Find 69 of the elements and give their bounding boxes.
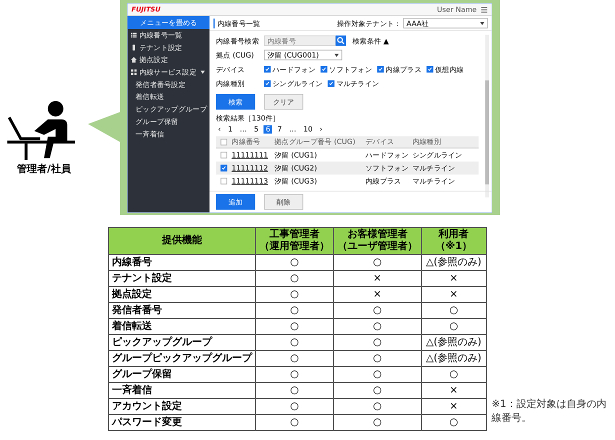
table-cell: ピックアップグループ <box>108 334 256 350</box>
table-cell: ○ <box>256 286 334 302</box>
table-cell: ○ <box>256 398 334 414</box>
column-header: お客様管理者（ユーザ管理者） <box>333 228 422 254</box>
table-cell: ○ <box>256 318 334 334</box>
role-caption: 管理者/社員 <box>17 162 71 176</box>
grid-icon <box>130 69 137 76</box>
table-cell: △(参照のみ) <box>421 254 486 270</box>
footnote: ※1：設定対象は自身の内線番号。 <box>492 398 608 425</box>
table-cell: ○ <box>333 334 422 350</box>
table-cell: ○ <box>421 366 486 382</box>
table-cell: 拠点設定 <box>108 286 256 302</box>
table-cell: 内線番号 <box>108 254 256 270</box>
table-cell: アカウント設定 <box>108 398 256 414</box>
table-cell: × <box>333 286 422 302</box>
table-cell: × <box>421 286 486 302</box>
checkbox[interactable] <box>377 66 384 73</box>
table-cell: ○ <box>333 302 422 318</box>
home-icon <box>130 56 137 63</box>
table-cell: ○ <box>333 366 422 382</box>
search-icon <box>336 36 345 45</box>
dropdown-arrow-icon <box>480 22 484 25</box>
table-cell: ○ <box>421 318 486 334</box>
table-cell: 一斉着信 <box>108 382 256 398</box>
table-cell: ○ <box>256 414 334 430</box>
table-cell: パスワード変更 <box>108 414 256 430</box>
checkbox[interactable] <box>320 66 328 73</box>
table-cell: ○ <box>256 270 334 286</box>
table-cell: グループピックアップグループ <box>108 350 256 366</box>
dropdown-arrow-icon <box>334 53 339 57</box>
table-cell: ○ <box>333 414 422 430</box>
table-cell: ○ <box>256 366 334 382</box>
checkbox[interactable] <box>426 66 434 73</box>
table-cell: × <box>421 270 486 286</box>
table-cell: ○ <box>333 398 422 414</box>
table-cell: ○ <box>333 318 422 334</box>
table-cell: テナント設定 <box>108 270 256 286</box>
table-cell: グループ保留 <box>108 366 256 382</box>
column-header: 提供機能 <box>108 228 256 254</box>
table-cell: × <box>333 270 422 286</box>
column-header: 工事管理者（運用管理者） <box>256 228 334 254</box>
row-checkbox[interactable] <box>220 178 228 184</box>
table-cell: × <box>421 382 486 398</box>
table-cell: ○ <box>256 334 334 350</box>
table-cell: △(参照のみ) <box>421 334 486 350</box>
search-button[interactable] <box>336 36 346 46</box>
row-checkbox[interactable] <box>220 164 228 172</box>
table-cell: ○ <box>333 382 422 398</box>
list-icon <box>130 32 137 38</box>
table-cell: 着信転送 <box>108 318 256 334</box>
select-all-checkbox[interactable] <box>220 138 228 146</box>
table-cell: ○ <box>256 302 334 318</box>
table-cell: ○ <box>333 254 422 270</box>
table-cell: ○ <box>256 382 334 398</box>
table-cell: △(参照のみ) <box>421 350 486 366</box>
column-header: 利用者（※1） <box>421 228 486 254</box>
table-cell: 発信者番号 <box>108 302 256 318</box>
checkbox[interactable] <box>328 80 334 87</box>
row-checkbox[interactable] <box>220 152 228 158</box>
table-cell: ○ <box>421 414 486 430</box>
scrollbar[interactable] <box>485 34 490 198</box>
checkbox[interactable] <box>264 66 271 73</box>
checkbox[interactable] <box>264 80 271 87</box>
table-cell: × <box>421 398 486 414</box>
table-cell: ○ <box>421 302 486 318</box>
table-cell: ○ <box>333 350 422 366</box>
menu-icon[interactable] <box>480 6 488 14</box>
table-cell: ○ <box>256 350 334 366</box>
table-cell: ○ <box>256 254 334 270</box>
